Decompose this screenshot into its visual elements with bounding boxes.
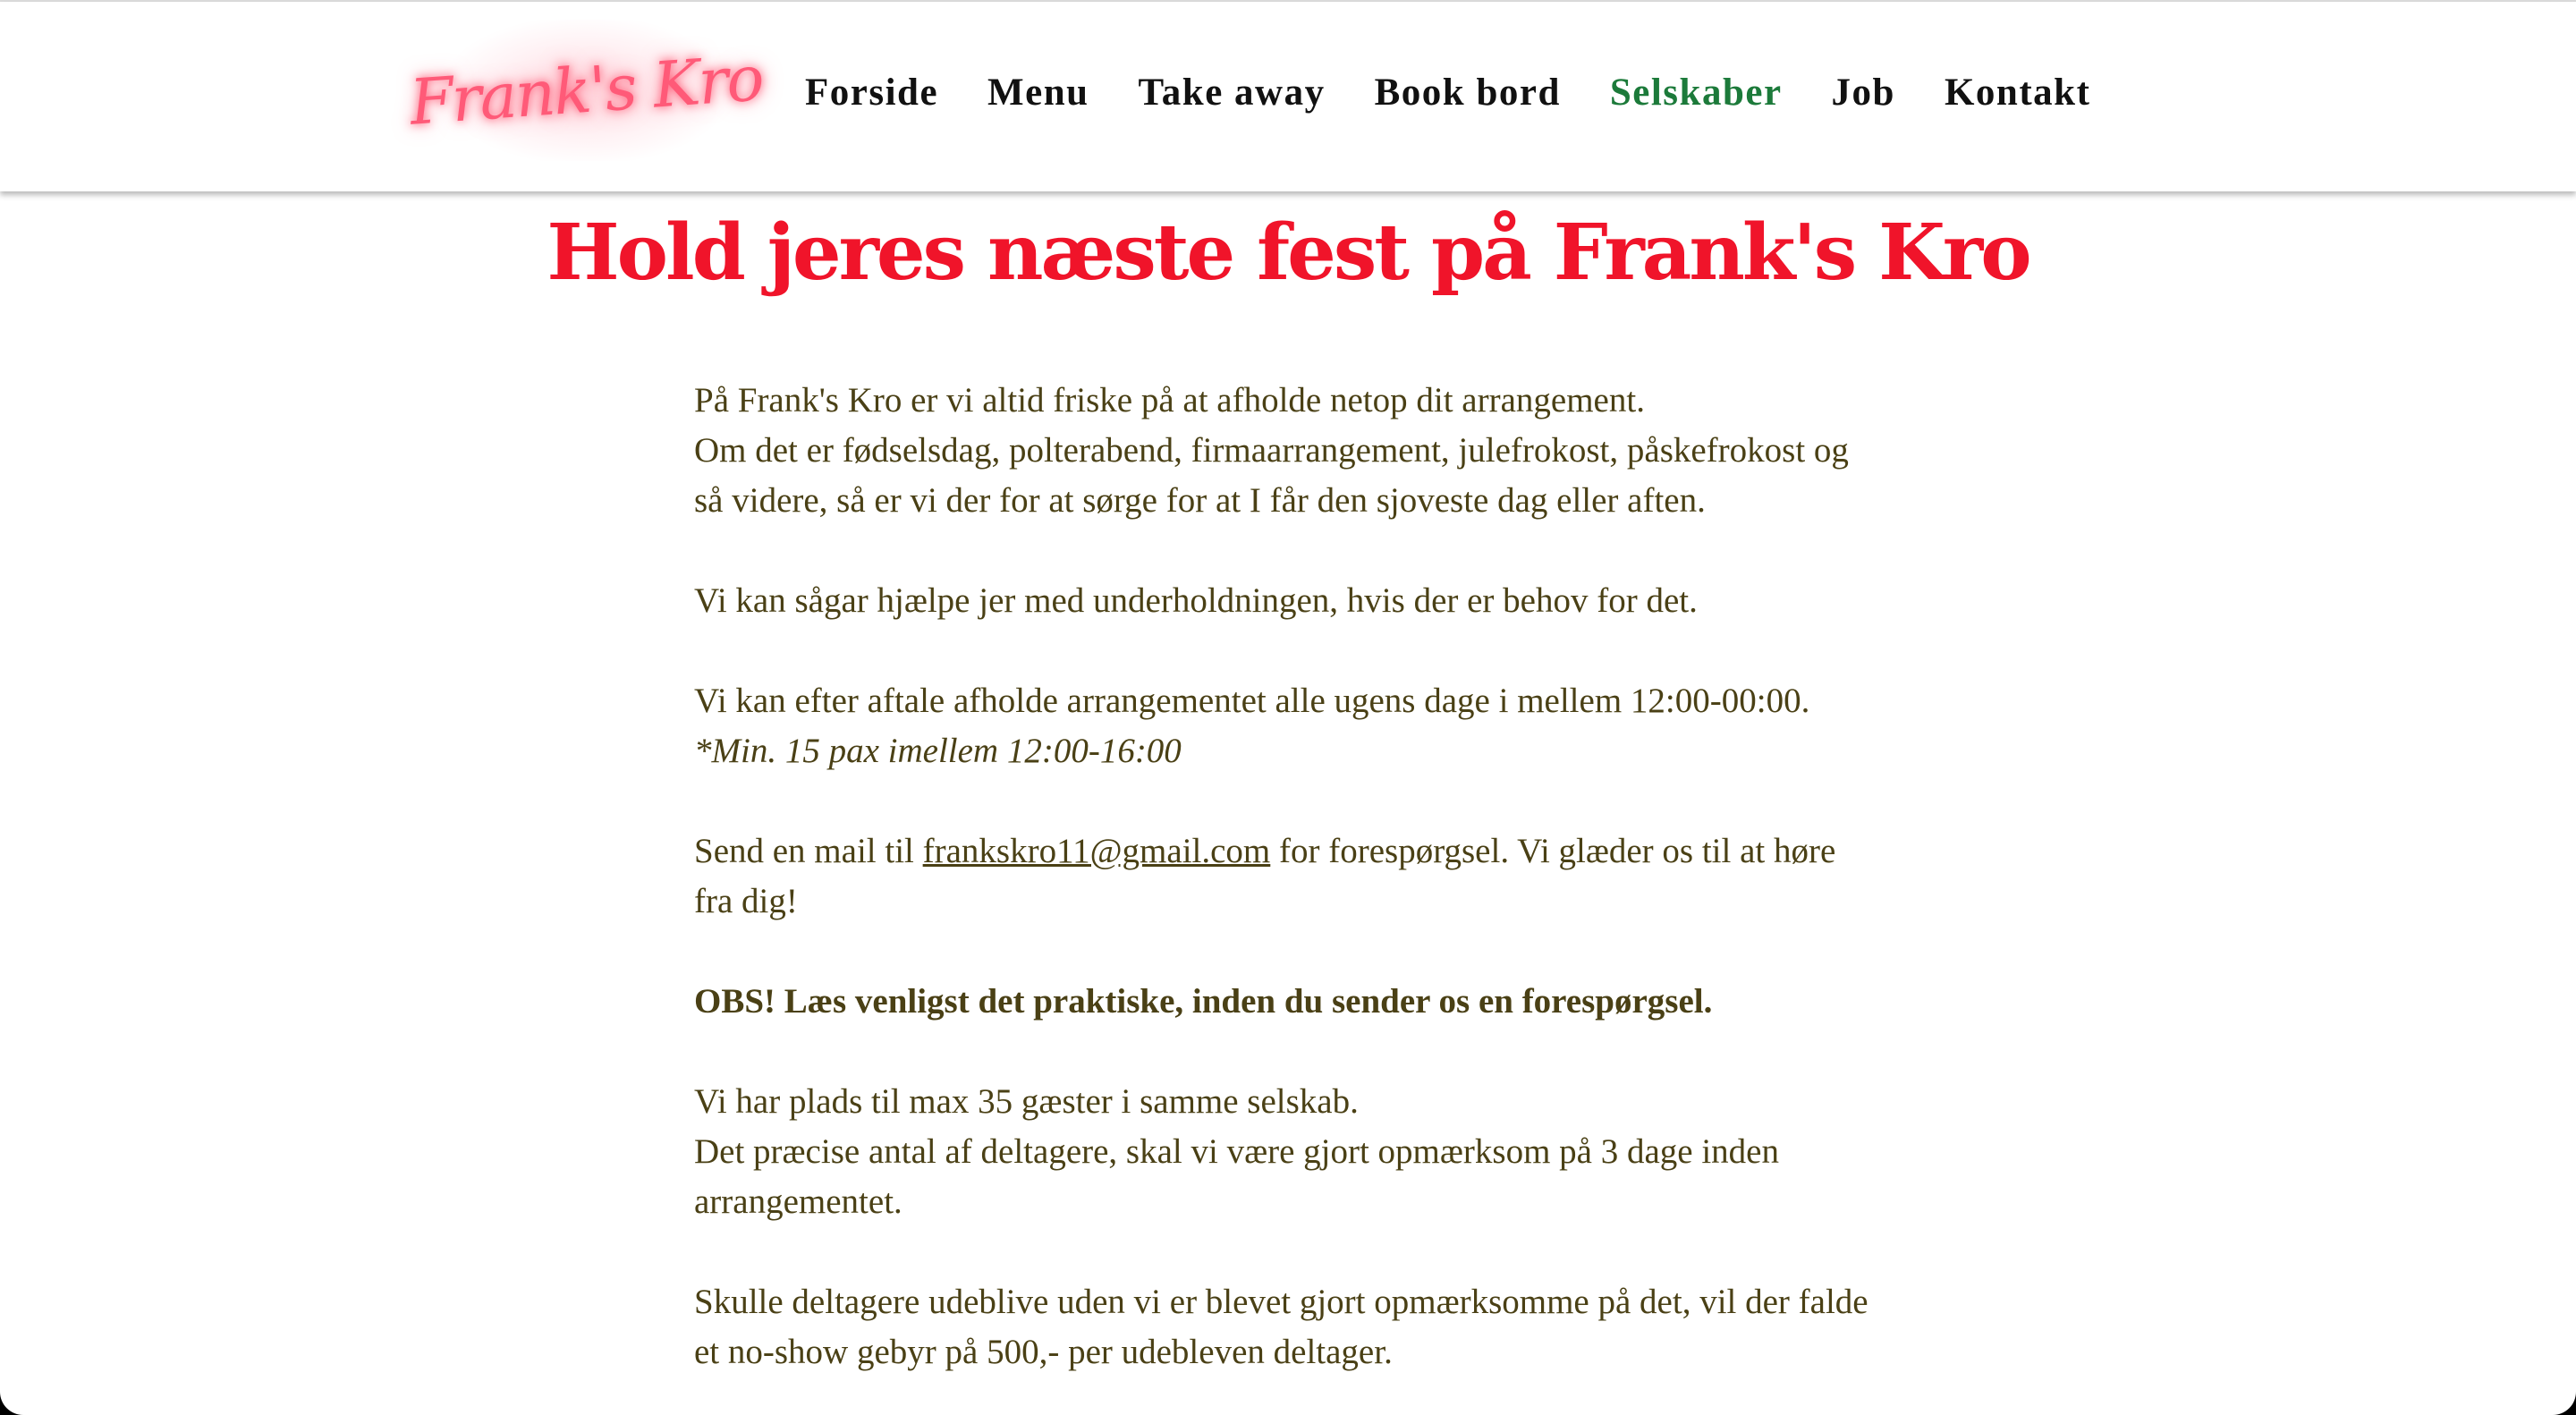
nav-item-job[interactable]: Job [1832, 71, 1895, 114]
email-link[interactable]: frankskro11@gmail.com [923, 832, 1271, 870]
nav-item-menu[interactable]: Menu [987, 71, 1089, 114]
site-header: Frank's Kro Forside Menu Take away Book … [0, 2, 2576, 191]
nav-item-forside[interactable]: Forside [805, 71, 938, 114]
entertainment-paragraph: Vi kan sågar hjælpe jer med underholdnin… [694, 581, 1698, 620]
capacity-line: Vi har plads til max 35 gæster i samme s… [694, 1082, 1359, 1121]
page-title: Hold jeres næste fest på Frank's Kro [547, 208, 2031, 298]
nav-item-take-away[interactable]: Take away [1139, 71, 1326, 114]
intro-line-1: På Frank's Kro er vi altid friske på at … [694, 381, 1645, 419]
main-content: Hold jeres næste fest på Frank's Kro På … [0, 191, 2576, 1415]
hours-paragraph: Vi kan efter aftale afholde arrangemente… [694, 682, 1810, 720]
no-show-paragraph: Skulle deltagere udeblive uden vi er ble… [694, 1283, 1868, 1371]
main-nav: Forside Menu Take away Book bord Selskab… [805, 61, 2090, 123]
logo-text: Frank's Kro [407, 41, 765, 140]
mail-prefix: Send en mail til [694, 832, 923, 870]
selskaber-text: På Frank's Kro er vi altid friske på at … [694, 376, 1875, 1377]
nav-item-kontakt[interactable]: Kontakt [1945, 71, 2090, 114]
mail-paragraph: Send en mail til frankskro11@gmail.com f… [694, 826, 1875, 927]
franks-kro-logo[interactable]: Frank's Kro [407, 20, 765, 161]
browser-page: Frank's Kro Forside Menu Take away Book … [0, 0, 2576, 1415]
obs-notice: OBS! Læs venligst det praktiske, inden d… [694, 982, 1713, 1021]
nav-item-selskaber[interactable]: Selskaber [1610, 71, 1783, 114]
nav-item-book-bord[interactable]: Book bord [1375, 71, 1561, 114]
min-pax-note: *Min. 15 pax imellem 12:00-16:00 [694, 732, 1182, 770]
intro-line-2: Om det er fødselsdag, polterabend, firma… [694, 431, 1849, 520]
guest-count-line: Det præcise antal af deltagere, skal vi … [694, 1132, 1779, 1221]
